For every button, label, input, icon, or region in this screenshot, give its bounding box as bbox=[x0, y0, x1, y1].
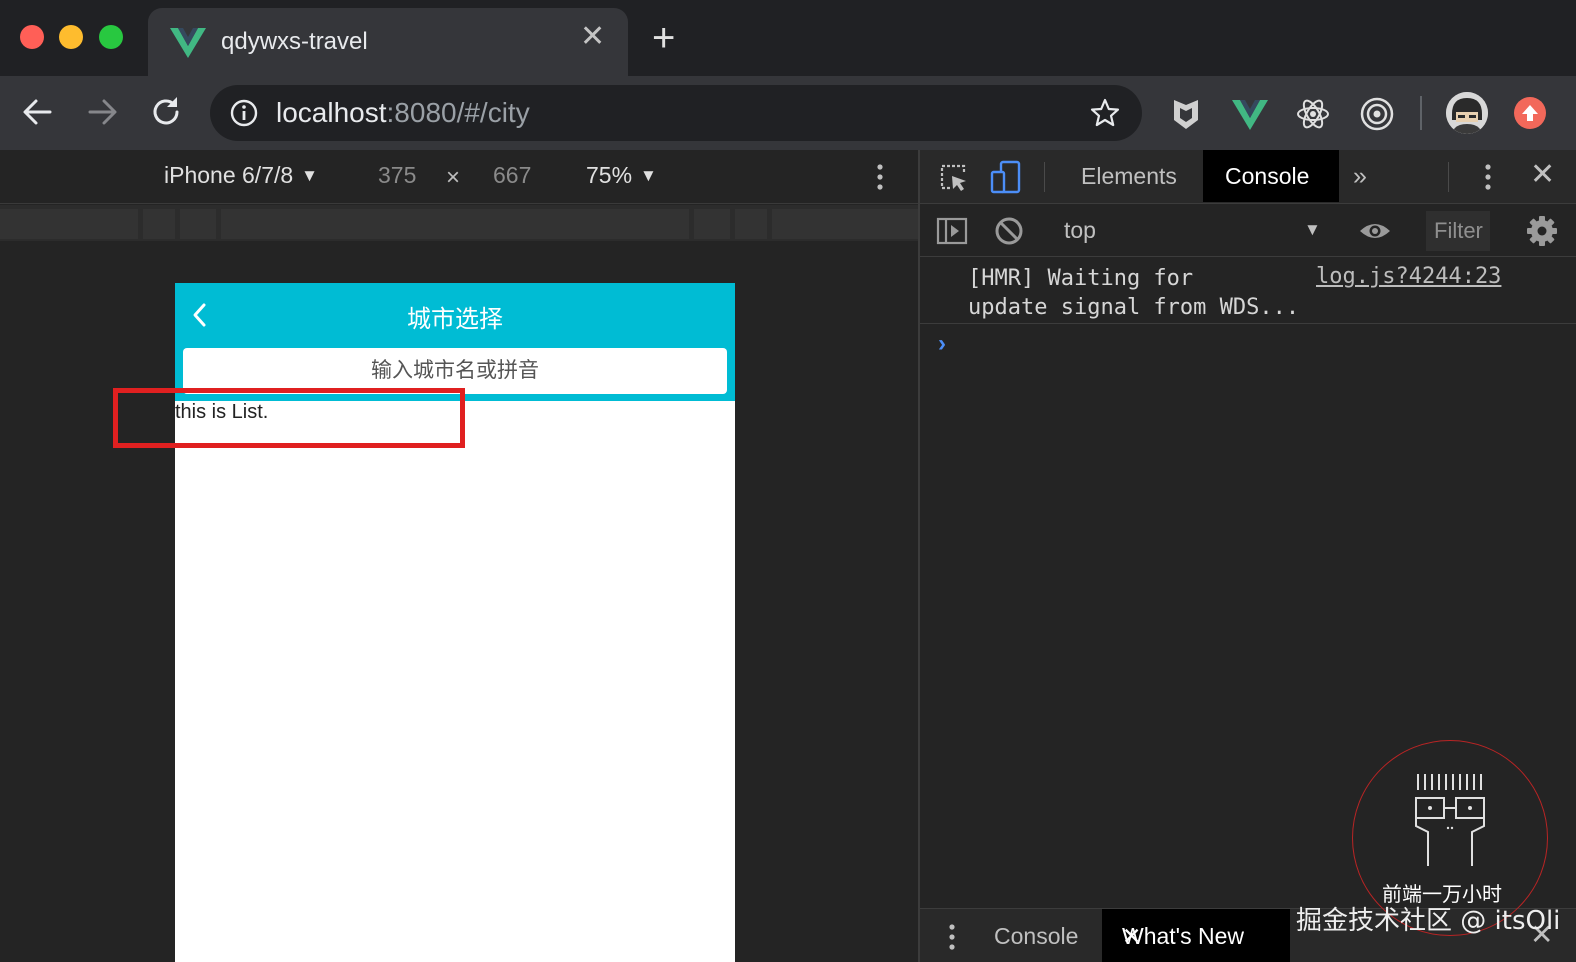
more-vertical-icon[interactable] bbox=[1480, 160, 1496, 194]
gear-icon[interactable] bbox=[1526, 215, 1558, 247]
console-message: [HMR] Waiting for update signal from WDS… bbox=[920, 258, 1576, 324]
maximize-window-button[interactable] bbox=[99, 25, 123, 49]
filter-input[interactable] bbox=[1426, 211, 1490, 251]
tab-elements[interactable]: Elements bbox=[1081, 163, 1177, 190]
tab-console-label: Console bbox=[1225, 163, 1310, 189]
toolbar-divider bbox=[1420, 96, 1422, 130]
media-query-bar[interactable] bbox=[0, 205, 918, 241]
info-icon[interactable] bbox=[230, 99, 258, 127]
device-toolbar: iPhone 6/7/8 ▼ 375 × 667 75% ▼ bbox=[0, 150, 918, 204]
context-select[interactable]: top bbox=[1064, 217, 1096, 244]
device-select[interactable]: iPhone 6/7/8 ▼ bbox=[164, 162, 318, 189]
page-title: 城市选择 bbox=[407, 306, 503, 333]
more-vertical-icon[interactable] bbox=[946, 921, 958, 953]
arrow-up-icon bbox=[1522, 105, 1538, 121]
reload-icon[interactable] bbox=[146, 92, 186, 132]
annotation-highlight-box bbox=[113, 388, 465, 448]
tab-title: qdywxs-travel bbox=[221, 28, 368, 55]
caret-down-icon: ▼ bbox=[640, 166, 657, 185]
watermark-figure-icon bbox=[1415, 774, 1485, 866]
devtools-close-button[interactable]: ✕ bbox=[1530, 160, 1555, 190]
tab-console[interactable]: Console bbox=[1203, 150, 1339, 202]
inspect-element-icon[interactable] bbox=[938, 162, 970, 194]
dimension-times: × bbox=[446, 164, 461, 191]
url-host: localhost bbox=[276, 97, 387, 128]
more-vertical-icon[interactable] bbox=[870, 160, 890, 194]
url-path: :8080/#/city bbox=[386, 97, 530, 128]
url-text[interactable]: localhost:8080/#/city bbox=[276, 97, 530, 129]
media-query-segment[interactable] bbox=[0, 209, 138, 239]
drawer-tab-console[interactable]: Console bbox=[994, 923, 1078, 950]
city-header: 城市选择 bbox=[175, 283, 735, 347]
close-icon[interactable]: ✕ bbox=[1122, 923, 1141, 950]
browser-toolbar: localhost:8080/#/city bbox=[0, 76, 1576, 150]
bookmark-star-icon[interactable] bbox=[1090, 98, 1120, 128]
drawer-tab-whats-new[interactable]: What's New ✕ bbox=[1102, 909, 1290, 962]
media-query-segment[interactable] bbox=[694, 209, 730, 239]
device-toggle-icon[interactable] bbox=[990, 160, 1022, 194]
back-arrow-icon[interactable] bbox=[18, 92, 58, 132]
zoom-select[interactable]: 75% ▼ bbox=[586, 162, 657, 189]
close-window-button[interactable] bbox=[20, 25, 44, 49]
browser-tab[interactable]: qdywxs-travel ✕ bbox=[148, 8, 628, 76]
caret-down-icon[interactable]: ▼ bbox=[1304, 220, 1321, 240]
zoom-value: 75% bbox=[586, 162, 633, 188]
tab-close-button[interactable]: ✕ bbox=[580, 22, 605, 52]
vue-devtools-icon[interactable] bbox=[1232, 96, 1268, 132]
watermark-credit: 掘金技术社区 @ itsOli bbox=[1296, 906, 1561, 936]
device-width-input[interactable]: 375 bbox=[378, 162, 416, 189]
minimize-window-button[interactable] bbox=[59, 25, 83, 49]
console-toolbar: top ▼ bbox=[920, 205, 1576, 257]
target-extension-icon[interactable] bbox=[1359, 96, 1395, 132]
devtools-tab-bar: Elements Console » ✕ bbox=[920, 150, 1576, 204]
console-message-line: [HMR] Waiting for bbox=[968, 266, 1194, 291]
console-prompt-icon[interactable]: › bbox=[938, 330, 946, 358]
media-query-segment[interactable] bbox=[772, 209, 918, 239]
media-query-segment[interactable] bbox=[180, 209, 216, 239]
shield-extension-icon[interactable] bbox=[1168, 96, 1204, 132]
toolbar-divider bbox=[1448, 162, 1449, 192]
clear-console-icon[interactable] bbox=[994, 216, 1024, 246]
caret-down-icon: ▼ bbox=[301, 166, 318, 185]
phone-viewport: 城市选择 this is List. bbox=[175, 283, 735, 962]
console-source-link[interactable]: log.js?4244:23 bbox=[1316, 264, 1501, 289]
device-height-input[interactable]: 667 bbox=[493, 162, 531, 189]
profile-avatar-icon bbox=[1446, 92, 1488, 134]
more-tabs-button[interactable]: » bbox=[1353, 162, 1367, 191]
media-query-segment[interactable] bbox=[735, 209, 767, 239]
profile-avatar[interactable] bbox=[1446, 92, 1488, 134]
console-message-text: [HMR] Waiting for update signal from WDS… bbox=[968, 264, 1328, 322]
new-tab-button[interactable]: + bbox=[652, 18, 675, 58]
react-devtools-icon[interactable] bbox=[1295, 96, 1331, 132]
forward-arrow-icon[interactable] bbox=[82, 92, 122, 132]
vue-favicon-icon bbox=[170, 28, 206, 58]
address-bar[interactable]: localhost:8080/#/city bbox=[210, 85, 1142, 141]
update-button[interactable] bbox=[1514, 97, 1546, 129]
toolbar-divider bbox=[1044, 162, 1045, 192]
device-name: iPhone 6/7/8 bbox=[164, 162, 294, 188]
console-message-line: update signal from WDS... bbox=[968, 295, 1300, 320]
sidebar-toggle-icon[interactable] bbox=[936, 217, 968, 245]
title-bar: qdywxs-travel ✕ + bbox=[0, 0, 1576, 76]
media-query-segment[interactable] bbox=[143, 209, 175, 239]
live-expression-eye-icon[interactable] bbox=[1358, 217, 1392, 245]
media-query-segment[interactable] bbox=[221, 209, 689, 239]
